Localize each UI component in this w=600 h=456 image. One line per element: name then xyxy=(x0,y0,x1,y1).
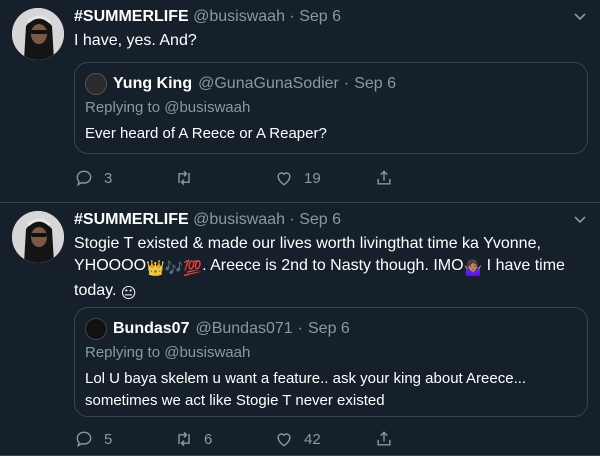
separator: · xyxy=(289,8,295,25)
crown-emoji: 👑 xyxy=(146,260,165,277)
tweet-header: #SUMMERLIFE @busiswaah · Sep 6 xyxy=(74,209,588,231)
quoted-user-handle: @GunaGunaSodier xyxy=(198,75,339,92)
quoted-date: Sep 6 xyxy=(308,320,350,337)
text-segment: YHOOOO xyxy=(74,257,147,274)
music-notes-emoji: 🎶 xyxy=(164,260,184,277)
quoted-display-name: Bundas07 xyxy=(113,320,190,337)
quoted-display-name: Yung King xyxy=(113,75,193,92)
reply-button[interactable]: 5 xyxy=(74,429,112,449)
reply-button[interactable]: 3 xyxy=(74,168,112,188)
share-icon xyxy=(377,170,391,185)
retweet-count: 6 xyxy=(204,430,213,448)
quoted-tweet-text: Lol U baya skelem u want a feature.. ask… xyxy=(85,370,527,409)
like-icon xyxy=(277,172,291,186)
tweet-actions: 3 19 xyxy=(74,168,588,192)
hundred-emoji: 💯 xyxy=(183,260,203,277)
text-segment: . Areece is 2nd to Nasty though. IMO xyxy=(202,257,464,274)
tweet-text-line: today. 😐 xyxy=(74,280,588,305)
text-segment: I have time xyxy=(482,257,565,274)
tweet-date[interactable]: Sep 6 xyxy=(299,8,341,25)
like-button[interactable]: 42 xyxy=(274,429,321,449)
shrug-emoji: 🤷🏽‍♀️ xyxy=(463,260,483,277)
reply-icon xyxy=(76,170,92,187)
text-segment: today. xyxy=(74,282,121,299)
tweet[interactable]: #SUMMERLIFE @busiswaah · Sep 6 Stogie T … xyxy=(0,203,600,456)
tweet-actions: 5 6 42 xyxy=(74,429,588,453)
tweet-text: I have, yes. And? xyxy=(74,32,197,49)
retweet-icon xyxy=(178,431,190,447)
like-count: 42 xyxy=(304,430,321,448)
quoted-tweet-text: Ever heard of A Reece or A Reaper? xyxy=(85,125,327,142)
neutral-face-emoji: 😐 xyxy=(120,285,137,302)
retweet-button[interactable] xyxy=(174,168,204,188)
reply-icon xyxy=(76,431,92,448)
avatar[interactable] xyxy=(12,8,64,60)
chevron-down-icon[interactable] xyxy=(572,8,588,24)
chevron-down-icon[interactable] xyxy=(572,211,588,227)
replying-to: Replying to @busiswaah xyxy=(85,99,251,116)
quoted-tweet-header: Bundas07 @Bundas071 · Sep 6 xyxy=(85,318,350,340)
share-button[interactable] xyxy=(374,429,394,449)
quoted-tweet-header: Yung King @GunaGunaSodier · Sep 6 xyxy=(85,73,396,95)
tweet-header: #SUMMERLIFE @busiswaah · Sep 6 xyxy=(74,6,588,28)
quoted-date: Sep 6 xyxy=(354,75,397,92)
share-button[interactable] xyxy=(374,168,394,188)
avatar[interactable] xyxy=(12,211,64,263)
like-count: 19 xyxy=(304,169,321,187)
display-name[interactable]: #SUMMERLIFE xyxy=(74,211,189,228)
user-handle[interactable]: @busiswaah xyxy=(193,8,285,25)
like-button[interactable]: 19 xyxy=(274,168,321,188)
replying-to: Replying to @busiswaah xyxy=(85,344,251,361)
retweet-icon xyxy=(178,170,190,186)
quoted-avatar xyxy=(85,73,107,95)
tweet-text-line: Stogie T existed & made our lives worth … xyxy=(74,235,541,252)
separator: · xyxy=(297,320,303,337)
quoted-avatar xyxy=(85,318,107,340)
tweet-date[interactable]: Sep 6 xyxy=(299,211,341,228)
reply-count: 5 xyxy=(104,430,113,448)
tweet-text-line: YHOOOO👑🎶💯. Areece is 2nd to Nasty though… xyxy=(74,255,588,280)
user-handle[interactable]: @busiswaah xyxy=(193,211,285,228)
display-name[interactable]: #SUMMERLIFE xyxy=(74,8,189,25)
share-icon xyxy=(377,431,391,446)
quoted-tweet[interactable]: Yung King @GunaGunaSodier · Sep 6 Replyi… xyxy=(74,62,588,154)
reply-count: 3 xyxy=(104,169,113,187)
retweet-button[interactable]: 6 xyxy=(174,429,212,449)
separator: · xyxy=(343,75,350,92)
tweet-text: Stogie T existed & made our lives worth … xyxy=(74,233,588,305)
separator: · xyxy=(289,211,295,228)
tweet[interactable]: #SUMMERLIFE @busiswaah · Sep 6 I have, y… xyxy=(0,0,600,203)
quoted-user-handle: @Bundas071 xyxy=(195,320,293,337)
like-icon xyxy=(277,433,291,447)
quoted-tweet[interactable]: Bundas07 @Bundas071 · Sep 6 Replying to … xyxy=(74,307,588,417)
